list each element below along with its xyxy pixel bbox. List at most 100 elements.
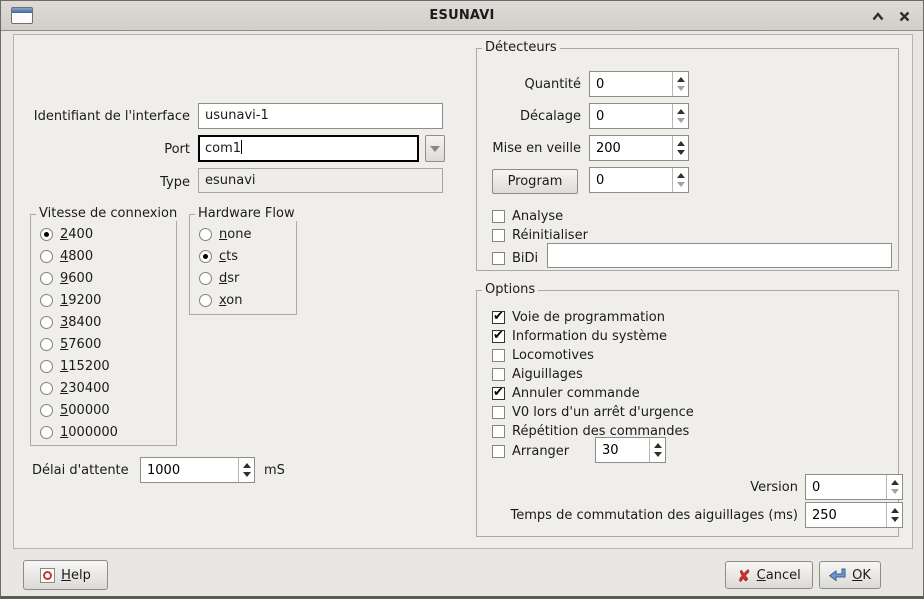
speed-frame-title: Vitesse de connexion (36, 206, 180, 221)
checkbox-voie-programmation[interactable]: Voie de programmation (492, 309, 665, 325)
spinner-buttons[interactable] (672, 72, 688, 96)
checkbox-v0-arret-urgence[interactable]: V0 lors d'un arrêt d'urgence (492, 404, 694, 420)
checkbox-analyse[interactable]: Analyse (492, 208, 563, 224)
radio-flow-dsr[interactable]: dsr (190, 267, 296, 289)
radio-speed-500000[interactable]: 500000 (31, 399, 176, 421)
checkbox-information-systeme[interactable]: Information du système (492, 328, 667, 344)
checkbox-arranger[interactable]: Arranger (492, 443, 569, 459)
identifier-input[interactable] (198, 103, 443, 129)
bidi-input-field[interactable] (554, 248, 885, 263)
spin-down-icon (654, 452, 662, 457)
radio-speed-2400[interactable]: 2400 (31, 223, 176, 245)
spinner-buttons[interactable] (886, 503, 902, 527)
checkbox-annuler-commande[interactable]: Annuler commande (492, 385, 640, 401)
identifier-input-field[interactable] (205, 108, 436, 123)
radio-speed-4800[interactable]: 4800 (31, 245, 176, 267)
arrange-input[interactable] (596, 438, 649, 462)
cancel-button[interactable]: ✘ Cancel (725, 561, 813, 589)
spinner-buttons[interactable] (672, 104, 688, 128)
ok-return-arrow-icon (829, 568, 846, 583)
spinner-buttons[interactable] (672, 168, 688, 192)
quantity-input[interactable] (590, 72, 672, 96)
switch-time-spinbox[interactable] (805, 502, 903, 528)
spinner-buttons[interactable] (238, 458, 254, 482)
radio-icon (40, 426, 53, 439)
spinner-buttons[interactable] (886, 475, 902, 499)
spin-up-icon (677, 77, 685, 82)
cancel-x-icon: ✘ (737, 566, 750, 585)
titlebar: ESUNAVI (1, 1, 923, 31)
program-button[interactable]: Program (492, 169, 578, 194)
dialog-window: ESUNAVI Identifiant de l'interface Port … (0, 0, 924, 599)
radio-speed-115200[interactable]: 115200 (31, 355, 176, 377)
version-label: Version (477, 480, 798, 495)
program-input[interactable] (590, 168, 672, 192)
quantity-label: Quantité (477, 77, 581, 92)
radio-icon (40, 338, 53, 351)
chevron-up-icon (872, 12, 884, 21)
checkbox-aiguillages[interactable]: Aiguillages (492, 366, 583, 382)
type-value: esunavi (198, 168, 443, 193)
ok-button[interactable]: OK (819, 561, 881, 589)
radio-icon (40, 404, 53, 417)
radio-speed-19200[interactable]: 19200 (31, 289, 176, 311)
sleep-spinbox[interactable] (589, 135, 689, 161)
radio-icon (40, 294, 53, 307)
close-button[interactable] (895, 8, 913, 24)
timeout-unit: mS (264, 463, 285, 478)
spinner-buttons[interactable] (649, 438, 665, 462)
radio-speed-9600[interactable]: 9600 (31, 267, 176, 289)
radio-icon (40, 228, 53, 241)
spin-down-icon (891, 489, 899, 494)
checkbox-icon (492, 406, 505, 419)
text-caret (241, 140, 242, 154)
help-icon (40, 568, 55, 583)
offset-spinbox[interactable] (589, 103, 689, 129)
radio-speed-38400[interactable]: 38400 (31, 311, 176, 333)
spinner-buttons[interactable] (672, 136, 688, 160)
radio-icon (199, 250, 212, 263)
spin-up-icon (677, 173, 685, 178)
checkbox-icon (492, 229, 505, 242)
radio-flow-cts[interactable]: cts (190, 245, 296, 267)
spin-up-icon (677, 109, 685, 114)
spin-up-icon (677, 141, 685, 146)
port-label: Port (14, 142, 190, 157)
offset-input[interactable] (590, 104, 672, 128)
checkbox-locomotives[interactable]: Locomotives (492, 347, 594, 363)
arrange-spinbox[interactable] (595, 437, 666, 463)
radio-icon (199, 294, 212, 307)
checkbox-checked-icon (492, 330, 505, 343)
timeout-spinbox[interactable] (140, 457, 255, 483)
port-input[interactable]: com1 (198, 135, 419, 162)
radio-speed-57600[interactable]: 57600 (31, 333, 176, 355)
port-dropdown-button[interactable] (425, 135, 445, 162)
switch-time-input[interactable] (806, 503, 886, 527)
quantity-spinbox[interactable] (589, 71, 689, 97)
radio-icon (40, 360, 53, 373)
sleep-input[interactable] (590, 136, 672, 160)
port-combo: com1 (198, 135, 445, 162)
checkbox-bidi[interactable]: BiDi (492, 250, 538, 266)
checkbox-icon (492, 349, 505, 362)
bidi-input[interactable] (547, 243, 892, 268)
radio-flow-xon[interactable]: xon (190, 289, 296, 311)
radio-icon (199, 228, 212, 241)
version-spinbox[interactable] (805, 474, 903, 500)
radio-icon (40, 316, 53, 329)
radio-speed-230400[interactable]: 230400 (31, 377, 176, 399)
radio-flow-none[interactable]: none (190, 223, 296, 245)
timeout-label: Délai d'attente (32, 463, 129, 478)
help-button[interactable]: Help (23, 560, 108, 590)
timeout-input[interactable] (141, 458, 238, 482)
radio-speed-1000000[interactable]: 1000000 (31, 421, 176, 443)
checkbox-reinitialiser[interactable]: Réinitialiser (492, 227, 588, 243)
checkbox-icon (492, 210, 505, 223)
checkbox-icon (492, 252, 505, 265)
type-label: Type (14, 175, 190, 190)
shade-button[interactable] (869, 8, 887, 24)
spin-down-icon (677, 86, 685, 91)
spin-down-icon (677, 150, 685, 155)
program-spinbox[interactable] (589, 167, 689, 193)
version-input[interactable] (806, 475, 886, 499)
